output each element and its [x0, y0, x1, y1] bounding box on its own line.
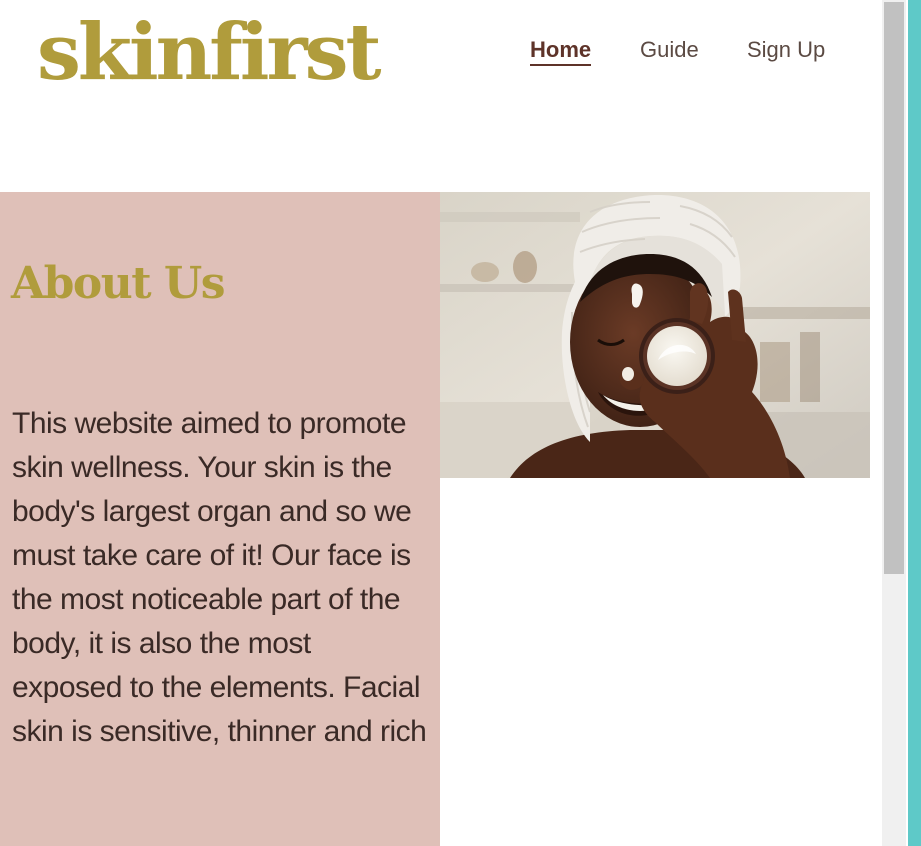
about-heading: About Us	[11, 258, 226, 309]
scrollbar-thumb[interactable]	[884, 2, 904, 574]
nav-link-home[interactable]: Home	[530, 36, 592, 66]
vertical-scrollbar[interactable]	[882, 0, 906, 846]
nav-link-sign-up[interactable]: Sign Up	[747, 36, 825, 64]
hero-image	[440, 192, 870, 478]
window-edge-accent	[908, 0, 921, 846]
window-edge	[906, 0, 921, 846]
about-body-text: This website aimed to promote skin welln…	[12, 407, 427, 748]
page: skinfirst Home Guide Sign Up About Us Th…	[0, 0, 921, 846]
site-logo[interactable]: skinfirst	[37, 14, 382, 92]
nav-link-guide[interactable]: Guide	[640, 36, 699, 64]
about-section: About Us This website aimed to promote s…	[0, 192, 440, 846]
